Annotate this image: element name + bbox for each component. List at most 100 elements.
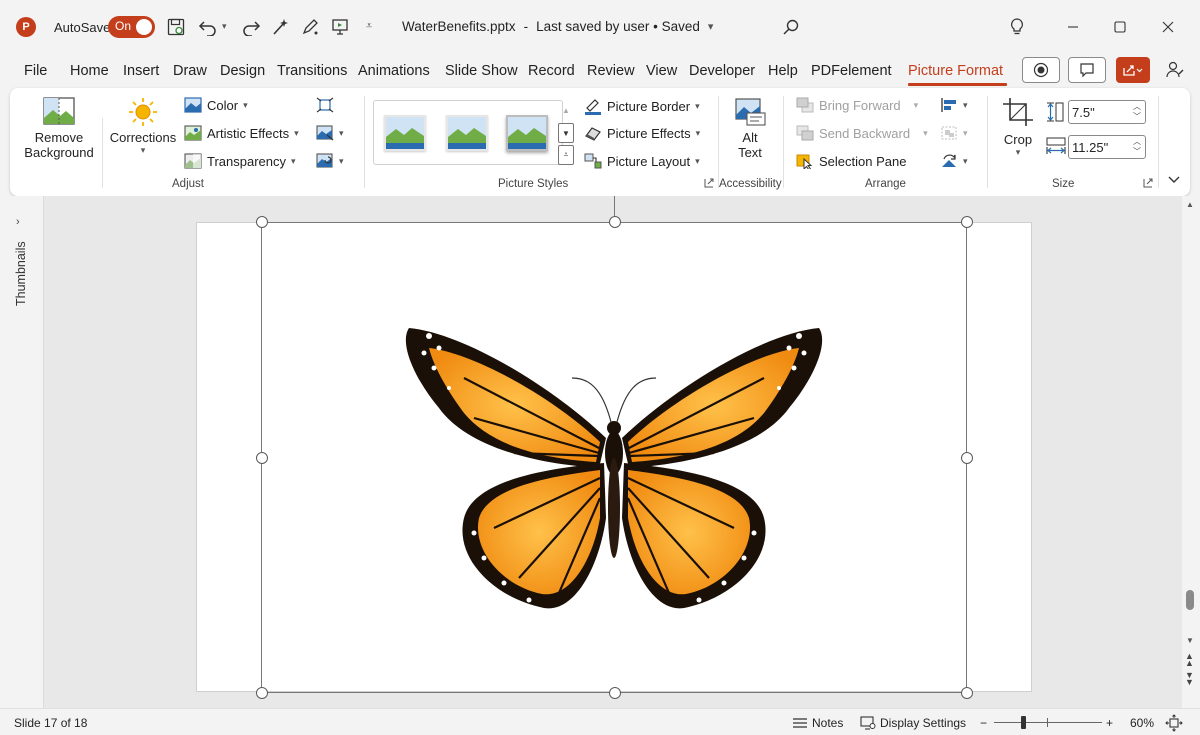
resize-handle-bottom[interactable] (609, 687, 621, 699)
scroll-down-icon[interactable]: ▼ (1186, 636, 1194, 645)
change-picture-button[interactable]: ▾ (316, 125, 344, 141)
resize-handle-left[interactable] (256, 452, 268, 464)
tab-slide-show[interactable]: Slide Show (445, 63, 518, 79)
present-icon[interactable] (330, 17, 350, 37)
comments-button[interactable] (1068, 57, 1106, 83)
next-slide-icon[interactable]: ▼ ▼ (1185, 671, 1194, 687)
magic-wand-icon[interactable] (270, 17, 290, 37)
remove-background-button[interactable]: Remove Background (18, 96, 100, 171)
corrections-label: Corrections (109, 130, 177, 145)
selection-pane-button[interactable]: Selection Pane (796, 153, 906, 169)
resize-handle-top[interactable] (609, 216, 621, 228)
style-thumb-3[interactable] (506, 115, 548, 151)
bring-forward-button[interactable]: Bring Forward ▾ (796, 97, 918, 113)
tab-review[interactable]: Review (587, 63, 635, 79)
tab-home[interactable]: Home (70, 63, 109, 79)
notes-button[interactable]: Notes (792, 716, 843, 730)
tab-help[interactable]: Help (768, 63, 798, 79)
document-title[interactable]: WaterBenefits.pptx - Last saved by user … (402, 19, 713, 34)
maximize-icon[interactable] (1110, 17, 1130, 37)
slide-counter[interactable]: Slide 17 of 18 (14, 716, 87, 730)
align-button[interactable]: ▾ (940, 97, 968, 113)
resize-handle-bottom-right[interactable] (961, 687, 973, 699)
tab-record[interactable]: Record (528, 63, 575, 79)
thumbnails-label[interactable]: Thumbnails (14, 236, 28, 306)
send-backward-button[interactable]: Send Backward ▾ (796, 125, 928, 141)
remove-background-line2: Background (24, 145, 94, 160)
draw-pen-icon[interactable] (300, 17, 320, 37)
gallery-scroll-up-icon[interactable]: ▲ (558, 100, 574, 120)
size-launcher-icon[interactable] (1143, 178, 1153, 188)
collapse-ribbon-icon[interactable] (1166, 172, 1182, 188)
picture-layout-button[interactable]: Picture Layout ▾ (584, 153, 700, 169)
zoom-level[interactable]: 60% (1130, 716, 1154, 730)
transparency-icon (184, 153, 202, 169)
display-settings-button[interactable]: Display Settings (860, 716, 966, 730)
resize-handle-right[interactable] (961, 452, 973, 464)
chevron-down-icon: ▾ (140, 145, 146, 155)
tab-pdfelement[interactable]: PDFelement (811, 63, 892, 79)
resize-handle-bottom-left[interactable] (256, 687, 268, 699)
width-spinner-icon[interactable]: ︿ ﹀ (1133, 137, 1141, 157)
undo-dropdown-icon[interactable]: ▾ (222, 21, 227, 32)
gallery-scroll-down-icon[interactable]: ▼ (558, 123, 574, 143)
tab-transitions[interactable]: Transitions (277, 63, 347, 79)
previous-slide-icon[interactable]: ▲ ▲ (1185, 652, 1194, 668)
height-spinner-icon[interactable]: ︿ ﹀ (1133, 102, 1141, 122)
artistic-effects-button[interactable]: Artistic Effects ▾ (184, 125, 299, 141)
align-icon (941, 98, 956, 112)
compress-pictures-button[interactable] (316, 97, 334, 113)
transparency-button[interactable]: Transparency ▾ (184, 153, 296, 169)
customize-toolbar-icon[interactable]: ⩡ (366, 20, 372, 33)
scroll-up-icon[interactable]: ▲ (1186, 200, 1194, 209)
save-icon[interactable] (166, 17, 186, 37)
undo-icon[interactable] (197, 17, 219, 37)
tab-insert[interactable]: Insert (123, 63, 159, 79)
zoom-slider[interactable] (994, 716, 1102, 729)
butterfly-picture[interactable] (261, 222, 967, 693)
coauthor-icon[interactable] (1164, 59, 1186, 81)
tab-design[interactable]: Design (220, 63, 265, 79)
minimize-icon[interactable] (1063, 17, 1083, 37)
group-objects-button[interactable]: ▾ (940, 125, 968, 141)
close-icon[interactable] (1158, 17, 1178, 37)
gallery-more-icon[interactable]: ⩡ (558, 145, 574, 165)
redo-icon[interactable] (240, 17, 262, 37)
picture-effects-button[interactable]: Picture Effects ▾ (584, 125, 700, 141)
resize-handle-top-left[interactable] (256, 216, 268, 228)
share-button[interactable] (1116, 57, 1150, 83)
picture-styles-gallery[interactable] (373, 100, 563, 165)
record-button[interactable] (1022, 57, 1060, 83)
expand-thumbnails-icon[interactable]: › (16, 216, 20, 228)
color-button[interactable]: Color ▾ (184, 97, 248, 113)
tab-view[interactable]: View (646, 63, 677, 79)
tab-developer[interactable]: Developer (689, 63, 755, 79)
zoom-in-button[interactable]: + (1106, 716, 1113, 730)
resize-handle-top-right[interactable] (961, 216, 973, 228)
width-input[interactable]: 11.25" ︿ ﹀ (1068, 135, 1146, 159)
alt-text-button[interactable]: Alt Text (726, 96, 774, 171)
crop-button[interactable]: Crop ▾ (996, 96, 1040, 171)
picture-styles-launcher-icon[interactable] (704, 178, 714, 188)
style-thumb-1[interactable] (384, 115, 426, 151)
vertical-scrollbar[interactable]: ▲ ▼ ▲ ▲ ▼ ▼ (1182, 196, 1200, 708)
autosave-toggle[interactable]: On (108, 16, 155, 38)
rotate-button[interactable]: ▾ (940, 153, 968, 169)
search-icon[interactable] (781, 17, 801, 37)
corrections-button[interactable]: Corrections ▾ (106, 96, 180, 171)
zoom-out-button[interactable]: − (980, 716, 987, 730)
height-input[interactable]: 7.5" ︿ ﹀ (1068, 100, 1146, 124)
style-thumb-2[interactable] (446, 115, 488, 151)
tab-animations[interactable]: Animations (358, 63, 430, 79)
lightbulb-icon[interactable] (1007, 17, 1027, 37)
tab-file[interactable]: File (24, 63, 47, 79)
picture-border-label: Picture Border (607, 98, 691, 114)
fit-slide-icon[interactable] (1165, 714, 1183, 732)
sun-icon (129, 98, 157, 126)
zoom-slider-thumb[interactable] (1020, 716, 1026, 729)
tab-picture-format[interactable]: Picture Format (908, 63, 1003, 79)
tab-draw[interactable]: Draw (173, 63, 207, 79)
reset-picture-button[interactable]: ▾ (316, 153, 344, 169)
picture-border-button[interactable]: Picture Border ▾ (584, 97, 700, 115)
scroll-thumb[interactable] (1186, 590, 1194, 610)
